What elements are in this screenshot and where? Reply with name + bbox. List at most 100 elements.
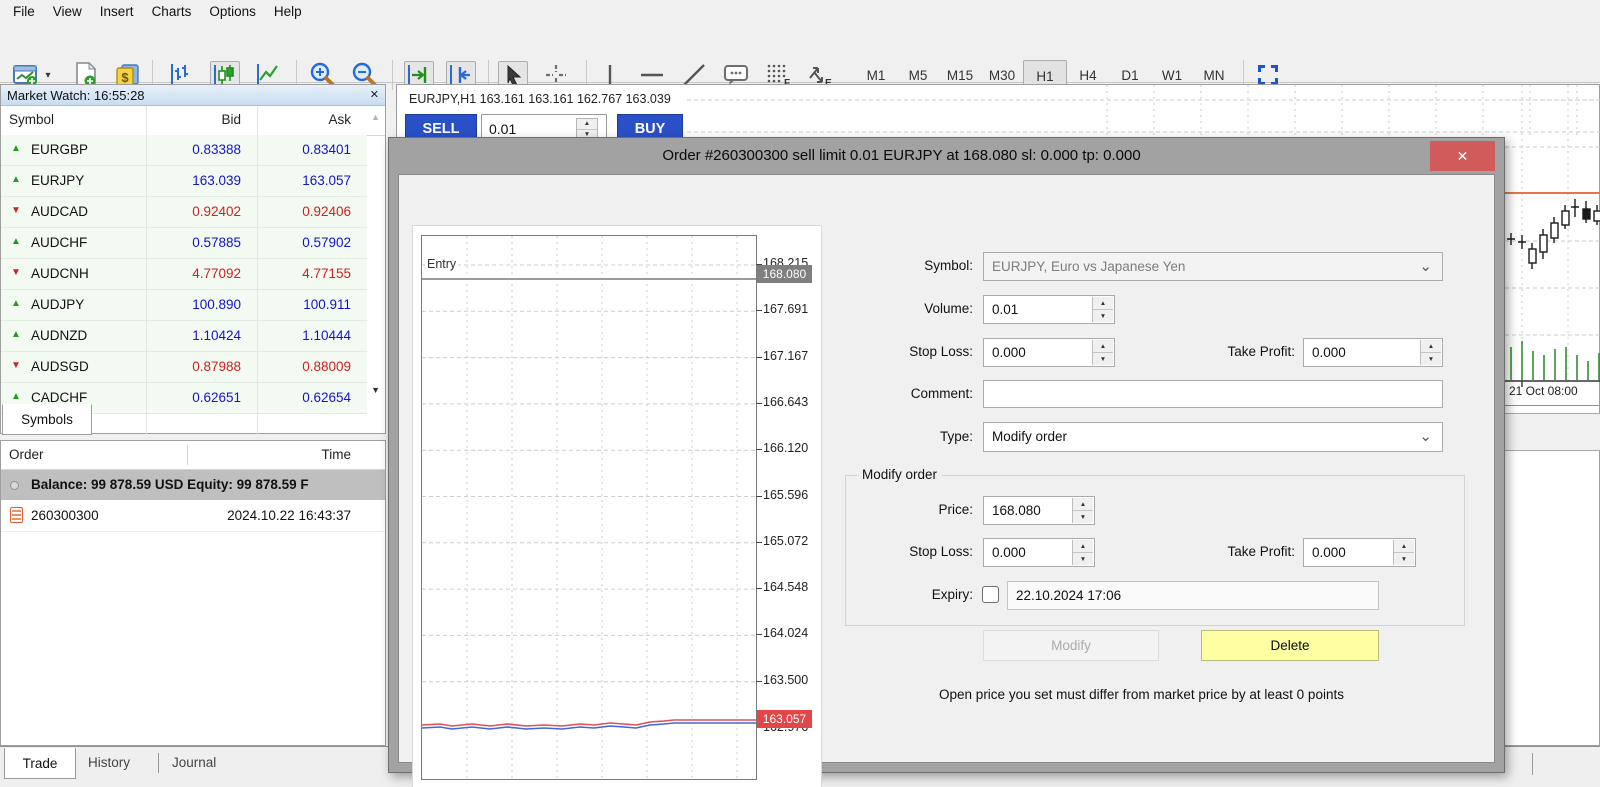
column-divider bbox=[257, 106, 258, 435]
volume-field[interactable]: 0.01 ▲▼ bbox=[983, 295, 1115, 324]
axis-tick bbox=[756, 357, 762, 358]
modify-button[interactable]: Modify bbox=[983, 630, 1159, 661]
arrow-down-icon: ▼ bbox=[11, 267, 21, 278]
stoploss-field[interactable]: 0.000 ▲▼ bbox=[983, 338, 1115, 367]
market-watch-row-eurgbp[interactable]: ▲EURGBP0.833880.83401 bbox=[1, 135, 367, 166]
takeprofit-value: 0.000 bbox=[1312, 345, 1346, 360]
dialog-close-button[interactable]: ✕ bbox=[1430, 141, 1495, 171]
volume-value: 0.01 bbox=[992, 302, 1018, 317]
menu-item-help[interactable]: Help bbox=[265, 4, 311, 19]
market-watch-titlebar[interactable]: Market Watch: 16:55:28 ✕ bbox=[1, 85, 385, 106]
spin-up-icon[interactable]: ▲ bbox=[1394, 540, 1414, 553]
tab-journal[interactable]: Journal bbox=[172, 755, 216, 770]
column-divider bbox=[187, 445, 188, 465]
comment-label: Comment: bbox=[830, 386, 973, 401]
ask-value: 0.83401 bbox=[231, 142, 351, 157]
tab-history[interactable]: History bbox=[88, 755, 130, 770]
symbol-dropdown[interactable]: EURJPY, Euro vs Japanese Yen ⌄ bbox=[983, 252, 1443, 281]
ask-value: 1.10444 bbox=[231, 328, 351, 343]
volume-spinner[interactable]: ▲▼ bbox=[1092, 297, 1113, 322]
dialog-title: Order #260300300 sell limit 0.01 EURJPY … bbox=[389, 147, 1414, 164]
spin-up-icon[interactable]: ▲ bbox=[1073, 540, 1093, 553]
spin-down-icon[interactable]: ▼ bbox=[1093, 353, 1113, 365]
spin-down-icon[interactable]: ▼ bbox=[1394, 553, 1414, 565]
market-watch-row-audcad[interactable]: ▼AUDCAD0.924020.92406 bbox=[1, 197, 367, 228]
market-watch-row-audcnh[interactable]: ▼AUDCNH4.770924.77155 bbox=[1, 259, 367, 290]
symbol-name: AUDCHF bbox=[31, 235, 87, 250]
modify-takeprofit-spinner[interactable]: ▲▼ bbox=[1393, 540, 1414, 565]
arrow-up-icon: ▲ bbox=[11, 329, 21, 340]
spin-down-icon[interactable]: ▼ bbox=[1073, 553, 1093, 565]
market-watch-row-audchf[interactable]: ▲AUDCHF0.578850.57902 bbox=[1, 228, 367, 259]
bid-value: 0.57885 bbox=[121, 235, 241, 250]
takeprofit-label: Take Profit: bbox=[1165, 344, 1295, 359]
market-watch-row-audsgd[interactable]: ▼AUDSGD0.879880.88009 bbox=[1, 352, 367, 383]
spin-up-icon[interactable]: ▲ bbox=[1093, 340, 1113, 353]
price-field[interactable]: 168.080 ▲▼ bbox=[983, 496, 1095, 525]
type-value: Modify order bbox=[992, 429, 1067, 444]
market-watch-row-audnzd[interactable]: ▲AUDNZD1.104241.10444 bbox=[1, 321, 367, 352]
menu-item-insert[interactable]: Insert bbox=[91, 4, 143, 19]
column-bid[interactable]: Bid bbox=[121, 112, 241, 127]
chart-subwindow bbox=[1505, 413, 1600, 451]
column-order[interactable]: Order bbox=[9, 447, 44, 462]
spin-down-icon[interactable]: ▼ bbox=[1073, 511, 1093, 523]
delete-button[interactable]: Delete bbox=[1201, 630, 1379, 661]
menu-item-file[interactable]: File bbox=[4, 4, 44, 19]
price-scale-label: 167.691 bbox=[763, 302, 819, 316]
column-symbol[interactable]: Symbol bbox=[9, 112, 54, 127]
spin-up-icon[interactable]: ▲ bbox=[1421, 340, 1441, 353]
price-scale-label: 163.500 bbox=[763, 673, 819, 687]
volume-bars bbox=[1511, 341, 1599, 380]
market-watch-close-icon[interactable]: ✕ bbox=[370, 88, 379, 101]
market-watch-row-audjpy[interactable]: ▲AUDJPY100.890100.911 bbox=[1, 290, 367, 321]
stoploss-spinner[interactable]: ▲▼ bbox=[1092, 340, 1113, 365]
order-dialog: Order #260300300 sell limit 0.01 EURJPY … bbox=[388, 137, 1505, 773]
dialog-titlebar[interactable]: Order #260300300 sell limit 0.01 EURJPY … bbox=[389, 138, 1504, 174]
spin-down-icon[interactable]: ▼ bbox=[1421, 353, 1441, 365]
spin-up-icon[interactable]: ▲ bbox=[1093, 297, 1113, 310]
bid-value: 4.77092 bbox=[121, 266, 241, 281]
symbol-name: CADCHF bbox=[31, 390, 87, 405]
chart-subwindow-separator[interactable] bbox=[1505, 405, 1600, 406]
price-scale-label: 166.120 bbox=[763, 441, 819, 455]
symbol-value: EURJPY, Euro vs Japanese Yen bbox=[992, 259, 1185, 274]
type-dropdown[interactable]: Modify order ⌄ bbox=[983, 422, 1443, 452]
price-scale-label: 166.643 bbox=[763, 395, 819, 409]
modify-takeprofit-value: 0.000 bbox=[1312, 545, 1346, 560]
axis-tick bbox=[756, 449, 762, 450]
takeprofit-spinner[interactable]: ▲▼ bbox=[1420, 340, 1441, 365]
comment-input[interactable] bbox=[983, 380, 1443, 408]
tab-trade[interactable]: Trade bbox=[4, 748, 76, 779]
market-watch-row-eurjpy[interactable]: ▲EURJPY163.039163.057 bbox=[1, 166, 367, 197]
modify-stoploss-spinner[interactable]: ▲▼ bbox=[1072, 540, 1093, 565]
menu-item-charts[interactable]: Charts bbox=[143, 4, 201, 19]
modify-stoploss-field[interactable]: 0.000 ▲▼ bbox=[983, 538, 1095, 567]
spin-up-icon[interactable]: ▲ bbox=[577, 119, 597, 130]
statusbar-divider bbox=[1532, 753, 1533, 775]
arrow-down-icon: ▼ bbox=[11, 205, 21, 216]
scroll-up-icon[interactable]: ▲ bbox=[371, 112, 380, 122]
spin-down-icon[interactable]: ▼ bbox=[1093, 310, 1113, 322]
column-time[interactable]: Time bbox=[191, 447, 351, 462]
menu-item-view[interactable]: View bbox=[44, 4, 91, 19]
expiry-field[interactable]: 22.10.2024 17:06 bbox=[1007, 581, 1379, 610]
expiry-checkbox[interactable] bbox=[982, 586, 999, 603]
price-scale-label: 165.072 bbox=[763, 534, 819, 548]
ask-value: 4.77155 bbox=[231, 266, 351, 281]
menu-item-options[interactable]: Options bbox=[200, 4, 265, 19]
symbol-name: AUDSGD bbox=[31, 359, 89, 374]
order-row[interactable]: 260300300 2024.10.22 16:43:37 bbox=[1, 501, 385, 532]
scroll-down-icon[interactable]: ▼ bbox=[371, 385, 380, 395]
price-spinner[interactable]: ▲▼ bbox=[1072, 498, 1093, 523]
bid-value: 163.039 bbox=[121, 173, 241, 188]
type-label: Type: bbox=[830, 429, 973, 444]
tab-symbols[interactable]: Symbols bbox=[2, 404, 92, 435]
column-ask[interactable]: Ask bbox=[231, 112, 351, 127]
takeprofit-field[interactable]: 0.000 ▲▼ bbox=[1303, 338, 1443, 367]
ask-value: 0.92406 bbox=[231, 204, 351, 219]
modify-takeprofit-field[interactable]: 0.000 ▲▼ bbox=[1303, 538, 1416, 567]
balance-row[interactable]: Balance: 99 878.59 USD Equity: 99 878.59… bbox=[1, 470, 385, 500]
spin-up-icon[interactable]: ▲ bbox=[1073, 498, 1093, 511]
mini-chart-canvas bbox=[422, 236, 756, 779]
